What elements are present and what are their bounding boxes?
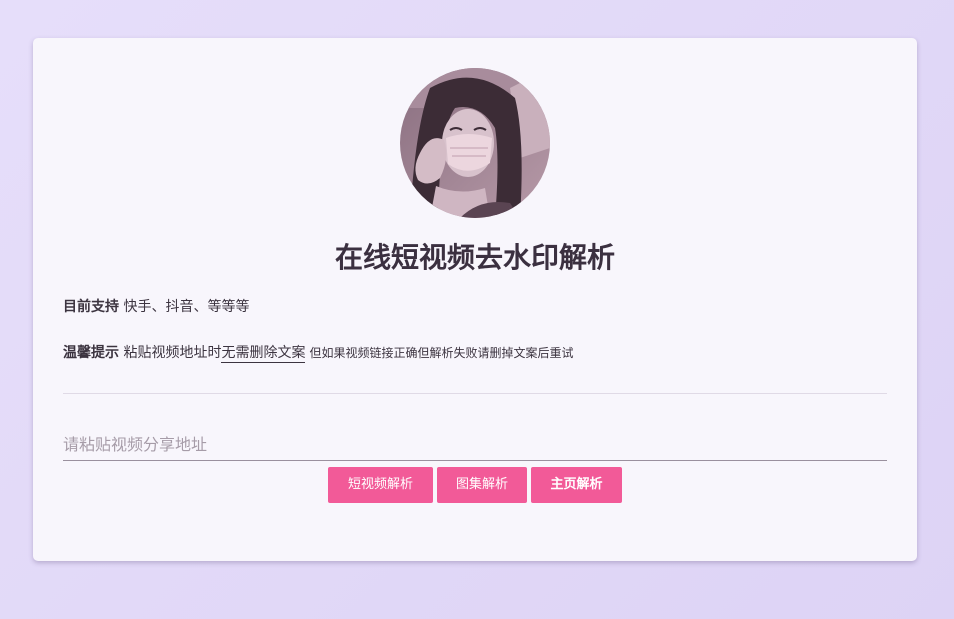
divider [63,393,887,394]
tip-info: 温馨提示 粘贴视频地址时无需删除文案 但如果视频链接正确但解析失败请删掉文案后重试 [63,342,574,363]
support-text: 快手、抖音、等等等 [123,299,250,315]
gallery-parse-button[interactable]: 图集解析 [437,467,527,503]
support-info: 目前支持 快手、抖音、等等等 [63,296,249,316]
short-video-parse-button[interactable]: 短视频解析 [328,467,433,503]
tip-underlined-text: 无需删除文案 [221,345,306,363]
avatar-photo-icon [400,68,550,218]
homepage-parse-button[interactable]: 主页解析 [531,467,622,503]
tip-small-text: 但如果视频链接正确但解析失败请删掉文案后重试 [309,346,574,360]
button-group: 短视频解析 图集解析 主页解析 [328,467,622,503]
tip-text: 粘贴视频地址时 [123,345,222,361]
video-url-input[interactable] [63,428,887,461]
tip-label: 温馨提示 [63,345,119,361]
avatar [400,68,550,218]
support-label: 目前支持 [63,299,119,315]
main-card: 在线短视频去水印解析 目前支持 快手、抖音、等等等 温馨提示 粘贴视频地址时无需… [33,38,917,561]
page-title: 在线短视频去水印解析 [334,241,615,274]
